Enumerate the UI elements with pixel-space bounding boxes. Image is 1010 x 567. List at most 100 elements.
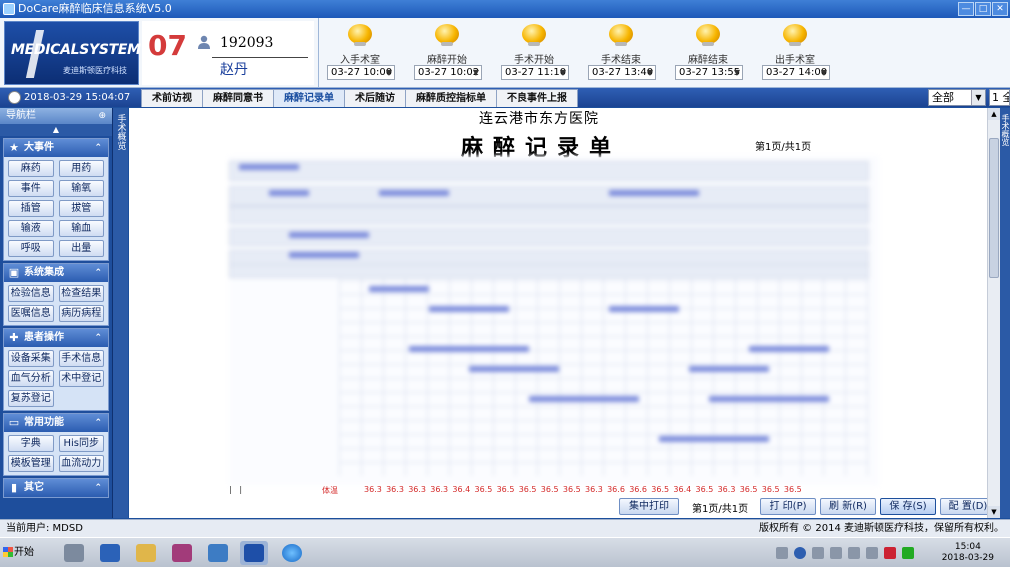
taskbar-app-explorer[interactable] (132, 541, 160, 565)
scroll-up-icon[interactable]: ▲ (988, 108, 1000, 120)
sidebar-group-4: ▮ 其它 ⌃ (3, 478, 109, 498)
sidebar-item[interactable]: 事件 (8, 180, 54, 197)
chevron-down-icon[interactable]: ▼ (821, 66, 827, 79)
event-time: 03-27 13:55 (679, 67, 741, 78)
sidebar-item[interactable]: 检查结果 (58, 285, 104, 302)
collapse-up-icon[interactable]: ▲ (0, 124, 112, 136)
tray-date: 2018-03-29 (941, 553, 994, 563)
taskbar-app-ie[interactable] (278, 541, 306, 565)
temperature-value: 36.3 (430, 485, 449, 494)
event-time-picker[interactable]: 03-27 11:10 ▼ (501, 65, 569, 80)
maximize-button[interactable]: □ (975, 2, 991, 16)
group-header[interactable]: ★ 大事件 ⌃ (4, 139, 108, 157)
tab-0[interactable]: 术前访视 (141, 89, 203, 107)
tab-5[interactable]: 不良事件上报 (496, 89, 578, 107)
sidebar-item[interactable]: 呼吸 (8, 240, 54, 257)
sidebar-item[interactable]: 病历病程 (58, 305, 104, 322)
chevron-up-icon[interactable]: ⌃ (94, 329, 102, 347)
right-side-tab[interactable]: 手术概览 (1000, 108, 1010, 518)
group-header[interactable]: ▭ 常用功能 ⌃ (4, 414, 108, 432)
chevron-down-icon[interactable]: ▼ (473, 66, 479, 79)
right-side-tab-label: 手术概览 (1001, 114, 1010, 146)
chevron-down-icon[interactable]: ▼ (647, 66, 653, 79)
start-button[interactable]: 开始 (2, 541, 42, 565)
event-time-picker[interactable]: 03-27 10:02 ▼ (414, 65, 482, 80)
chevron-up-icon[interactable]: ⌃ (94, 264, 102, 282)
surgery-overview-tab[interactable]: 手术概览 (113, 108, 128, 518)
sidebar-item[interactable]: 血流动力 (58, 455, 104, 472)
blurred-text (609, 190, 699, 196)
chevron-down-icon[interactable]: ▼ (734, 66, 740, 79)
print-button[interactable]: 打 印(P) (760, 498, 816, 515)
event-time-picker[interactable]: 03-27 10:00 ▼ (327, 65, 395, 80)
minimize-button[interactable]: — (958, 2, 974, 16)
event-time-picker[interactable]: 03-27 13:40 ▼ (588, 65, 656, 80)
user-icon (198, 35, 210, 49)
tab-3[interactable]: 术后随访 (344, 89, 406, 107)
sidebar-item[interactable]: 字典 (8, 435, 54, 452)
group-header[interactable]: ▣ 系统集成 ⌃ (4, 264, 108, 282)
tray-arrow-icon[interactable] (812, 547, 824, 559)
refresh-button[interactable]: 刷 新(R) (820, 498, 876, 515)
sidebar-item[interactable]: 出量 (58, 240, 104, 257)
group-header[interactable]: ▮ 其它 ⌃ (4, 479, 108, 497)
vertical-scrollbar[interactable]: ▲ ▼ (987, 108, 1000, 518)
taskbar-app-powershell[interactable] (96, 541, 124, 565)
group-title: 大事件 (24, 142, 54, 153)
sidebar-item[interactable]: 输血 (58, 220, 104, 237)
sidebar-item[interactable]: 插管 (8, 200, 54, 217)
scroll-down-icon[interactable]: ▼ (988, 506, 1000, 518)
volume-icon[interactable] (866, 547, 878, 559)
close-button[interactable]: ✕ (992, 2, 1008, 16)
event-time-picker[interactable]: 03-27 13:55 ▼ (675, 65, 743, 80)
sidebar-item[interactable]: 复苏登记 (8, 390, 54, 407)
batch-print-button[interactable]: 集中打印 (619, 498, 679, 515)
secondary-filter[interactable]: 1 全 (989, 89, 1010, 106)
network-icon[interactable] (848, 547, 860, 559)
update-icon[interactable] (902, 547, 914, 559)
taskbar-app-printer[interactable] (60, 541, 88, 565)
sidebar-item[interactable]: 输液 (8, 220, 54, 237)
chevron-down-icon[interactable]: ▼ (971, 90, 985, 105)
sidebar-item[interactable]: 术中登记 (58, 370, 104, 387)
tab-2[interactable]: 麻醉记录单 (273, 89, 345, 107)
taskbar-app-docare[interactable] (240, 541, 268, 565)
tab-4[interactable]: 麻醉质控指标单 (405, 89, 497, 107)
blurred-text (709, 396, 829, 402)
taskbar-app-database[interactable] (168, 541, 196, 565)
chevron-down-icon[interactable]: ▼ (386, 66, 392, 79)
help-icon[interactable] (794, 547, 806, 559)
chevron-up-icon[interactable]: ⌃ (94, 479, 102, 497)
chevron-down-icon[interactable]: ▼ (560, 66, 566, 79)
tray-keyboard-icon[interactable] (776, 547, 788, 559)
scroll-thumb[interactable] (989, 138, 999, 278)
group-header[interactable]: ✚ 患者操作 ⌃ (4, 329, 108, 347)
tray-clock[interactable]: 15:04 2018-03-29 (942, 542, 994, 564)
sidebar-item[interactable]: 输氧 (58, 180, 104, 197)
security-icon[interactable] (884, 547, 896, 559)
temperature-value: 36.5 (518, 485, 537, 494)
copyright-text: 版权所有 © 2014 麦迪斯顿医疗科技，保留所有权利。 (759, 523, 1004, 534)
save-button[interactable]: 保 存(S) (880, 498, 936, 515)
event-time-picker[interactable]: 03-27 14:00 ▼ (762, 65, 830, 80)
sidebar-item[interactable]: 用药 (58, 160, 104, 177)
sidebar-item[interactable]: 拔管 (58, 200, 104, 217)
group-title: 其它 (24, 482, 44, 493)
pin-icon[interactable]: ⊕ (98, 108, 106, 124)
sidebar-item[interactable]: 模板管理 (8, 455, 54, 472)
sidebar-item[interactable]: 医嘱信息 (8, 305, 54, 322)
sidebar-item[interactable]: 设备采集 (8, 350, 54, 367)
logo-main-text: MEDICALSYSTEM (11, 42, 141, 58)
sidebar-item[interactable]: 检验信息 (8, 285, 54, 302)
flag-icon[interactable] (830, 547, 842, 559)
tab-1[interactable]: 麻醉同意书 (202, 89, 274, 107)
chevron-up-icon[interactable]: ⌃ (94, 414, 102, 432)
os-taskbar: 开始 15:04 2018-03-29 (0, 537, 1010, 567)
sidebar-item[interactable]: His同步 (58, 435, 104, 452)
filter-select[interactable]: 全部 ▼ (928, 89, 986, 106)
taskbar-app-users[interactable] (204, 541, 232, 565)
sidebar-item[interactable]: 手术信息 (58, 350, 104, 367)
sidebar-item[interactable]: 血气分析 (8, 370, 54, 387)
sidebar-item[interactable]: 麻药 (8, 160, 54, 177)
chevron-up-icon[interactable]: ⌃ (94, 139, 102, 157)
